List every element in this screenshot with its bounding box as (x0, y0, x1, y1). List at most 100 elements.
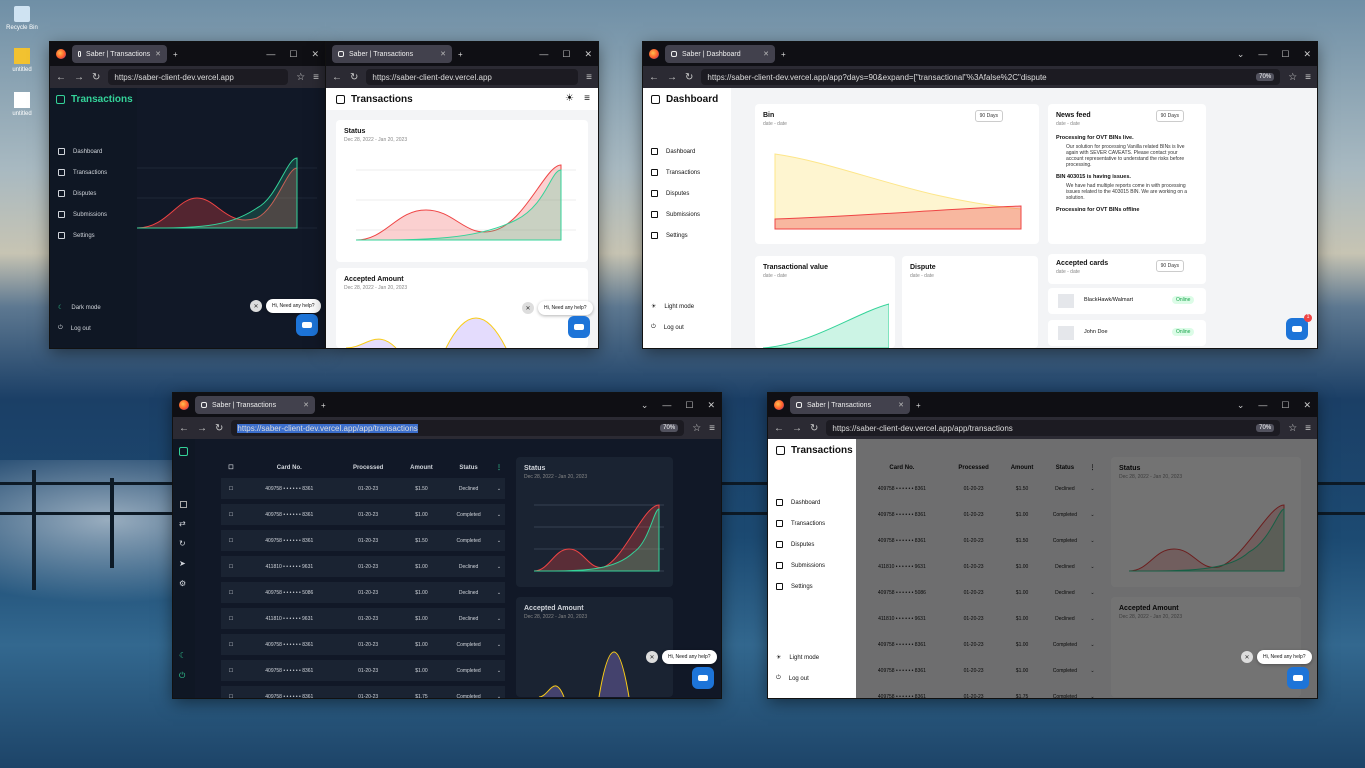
new-tab-button[interactable]: + (173, 50, 178, 59)
nav-transactions[interactable]: Transactions (651, 169, 700, 176)
moon-icon[interactable]: ☾ (179, 651, 186, 660)
close-window-icon[interactable]: ✕ (1303, 49, 1311, 60)
tab-list-icon[interactable]: ⌄ (641, 400, 649, 411)
column-options-icon[interactable]: ⋮ (493, 462, 505, 473)
accepted-card-row[interactable]: BlackHawk/Walmart Online (1048, 288, 1206, 314)
browser-window-dark-table[interactable]: Saber | Transactions ✕ + ⌄ — ☐ ✕ ← → ↻ https:/… (173, 393, 721, 698)
nav-disputes[interactable]: Disputes (776, 541, 814, 548)
browser-tab[interactable]: Saber | Transactions ✕ (790, 396, 910, 414)
range-select[interactable]: 90 Days (974, 110, 1003, 122)
reload-icon[interactable]: ↻ (685, 72, 693, 83)
chevron-down-icon[interactable]: ⌄ (492, 582, 505, 603)
reload-icon[interactable]: ↻ (350, 72, 358, 83)
maximize-icon[interactable]: ☐ (289, 49, 297, 60)
chevron-down-icon[interactable]: ⌄ (492, 634, 505, 655)
back-icon[interactable]: ← (56, 72, 66, 83)
row-checkbox[interactable]: ☐ (221, 478, 241, 499)
close-tab-icon[interactable]: ✕ (763, 50, 769, 58)
new-tab-button[interactable]: + (321, 401, 326, 410)
browser-window-dashboard[interactable]: Saber | Dashboard ✕ + ⌄ — ☐ ✕ ← → ↻ https://sa… (643, 42, 1317, 348)
chevron-down-icon[interactable]: ⌄ (492, 530, 505, 551)
new-tab-button[interactable]: + (458, 50, 463, 59)
menu-icon[interactable]: ≡ (313, 72, 319, 83)
nav-settings[interactable]: Settings (651, 232, 688, 239)
chevron-down-icon[interactable]: ⌄ (492, 686, 505, 698)
table-row[interactable]: ☐ 409758 • • • • • • 8361 01-20-23 $1.00 Com… (221, 504, 505, 525)
new-tab-button[interactable]: + (916, 401, 921, 410)
row-checkbox[interactable]: ☐ (221, 660, 241, 681)
table-row[interactable]: ☐ 409758 • • • • • • 8361 01-20-23 $1.00 Com… (221, 634, 505, 655)
browser-tab[interactable]: Saber | Transactions ✕ (332, 45, 452, 63)
reload-icon[interactable]: ↻ (92, 72, 100, 83)
disputes-icon[interactable]: ↻ (179, 539, 186, 548)
close-window-icon[interactable]: ✕ (707, 400, 715, 411)
close-tab-icon[interactable]: ✕ (155, 50, 161, 58)
table-row[interactable]: ☐ 409758 • • • • • • 8361 01-20-23 $1.50 Com… (221, 530, 505, 551)
nav-transactions[interactable]: Transactions (58, 169, 107, 176)
nav-submissions[interactable]: Submissions (58, 211, 107, 218)
dashboard-icon[interactable] (180, 501, 187, 508)
tab-list-icon[interactable]: ⌄ (1237, 49, 1245, 60)
range-select[interactable]: 90 Days (1155, 110, 1184, 122)
nav-disputes[interactable]: Disputes (651, 190, 689, 197)
close-tab-icon[interactable]: ✕ (898, 401, 904, 409)
table-row[interactable]: ☐ 409758 • • • • • • 8361 01-20-23 $1.75 Com… (221, 686, 505, 698)
close-chat-prompt-icon[interactable]: ✕ (522, 302, 534, 314)
forward-icon[interactable]: → (74, 72, 84, 83)
chat-button[interactable] (1286, 318, 1308, 340)
bookmark-star-icon[interactable]: ☆ (1288, 423, 1297, 434)
back-icon[interactable]: ← (649, 72, 659, 83)
close-chat-prompt-icon[interactable]: ✕ (1241, 651, 1253, 663)
back-icon[interactable]: ← (774, 423, 784, 434)
forward-icon[interactable]: → (792, 423, 802, 434)
address-bar[interactable]: https://saber-client-dev.vercel.app/app/… (826, 420, 1281, 436)
reload-icon[interactable]: ↻ (810, 423, 818, 434)
nav-settings[interactable]: Settings (58, 232, 95, 239)
nav-dashboard[interactable]: Dashboard (651, 148, 695, 155)
table-row[interactable]: ☐ 409758 • • • • • • 8361 01-20-23 $1.50 Dec… (221, 478, 505, 499)
range-select[interactable]: 90 Days (1155, 260, 1184, 272)
chevron-down-icon[interactable]: ⌄ (492, 660, 505, 681)
maximize-icon[interactable]: ☐ (1281, 400, 1289, 411)
zoom-level[interactable]: 70% (1256, 424, 1275, 432)
table-row[interactable]: ☐ 409758 • • • • • • 8361 01-20-23 $1.00 Com… (221, 660, 505, 681)
browser-window-light-small[interactable]: Saber | Transactions ✕ + — ☐ ✕ ← ↻ https://s… (326, 42, 598, 348)
close-tab-icon[interactable]: ✕ (440, 50, 446, 58)
chat-button[interactable] (1287, 667, 1309, 689)
table-row[interactable]: ☐ 409758 • • • • • • 5086 01-20-23 $1.00 Dec… (221, 582, 505, 603)
chat-button[interactable] (568, 316, 590, 338)
menu-icon[interactable]: ≡ (1305, 72, 1311, 83)
select-all-checkbox[interactable]: ☐ (221, 462, 241, 473)
row-checkbox[interactable]: ☐ (221, 556, 241, 577)
nav-submissions[interactable]: Submissions (651, 211, 700, 218)
log-out-button[interactable]: ⏻ Log out (776, 675, 809, 682)
nav-submissions[interactable]: Submissions (776, 562, 825, 569)
row-checkbox[interactable]: ☐ (221, 530, 241, 551)
bookmark-star-icon[interactable]: ☆ (296, 72, 305, 83)
nav-disputes[interactable]: Disputes (58, 190, 96, 197)
dark-mode-toggle[interactable]: ☾ Dark mode (58, 304, 101, 312)
minimize-icon[interactable]: — (662, 400, 671, 411)
forward-icon[interactable]: → (667, 72, 677, 83)
close-chat-prompt-icon[interactable]: ✕ (646, 651, 658, 663)
back-icon[interactable]: ← (332, 72, 342, 83)
maximize-icon[interactable]: ☐ (1281, 49, 1289, 60)
forward-icon[interactable]: → (197, 423, 207, 434)
minimize-icon[interactable]: — (539, 49, 548, 60)
address-bar[interactable]: https://saber-client-dev.vercel.app/app/… (231, 420, 685, 436)
close-window-icon[interactable]: ✕ (584, 49, 592, 60)
table-row[interactable]: ☐ 411810 • • • • • • 9631 01-20-23 $1.00 Dec… (221, 608, 505, 629)
row-checkbox[interactable]: ☐ (221, 608, 241, 629)
row-checkbox[interactable]: ☐ (221, 504, 241, 525)
log-out-button[interactable]: ⏻ Log out (58, 325, 91, 332)
close-window-icon[interactable]: ✕ (311, 49, 319, 60)
maximize-icon[interactable]: ☐ (685, 400, 693, 411)
chat-button[interactable] (692, 667, 714, 689)
new-tab-button[interactable]: + (781, 50, 786, 59)
browser-tab[interactable]: Saber | Dashboard ✕ (665, 45, 775, 63)
chevron-down-icon[interactable]: ⌄ (492, 556, 505, 577)
logout-icon[interactable]: ⏻ (179, 671, 185, 681)
minimize-icon[interactable]: — (1258, 400, 1267, 411)
row-checkbox[interactable]: ☐ (221, 634, 241, 655)
browser-tab[interactable]: Saber | Transactions ✕ (72, 45, 167, 63)
